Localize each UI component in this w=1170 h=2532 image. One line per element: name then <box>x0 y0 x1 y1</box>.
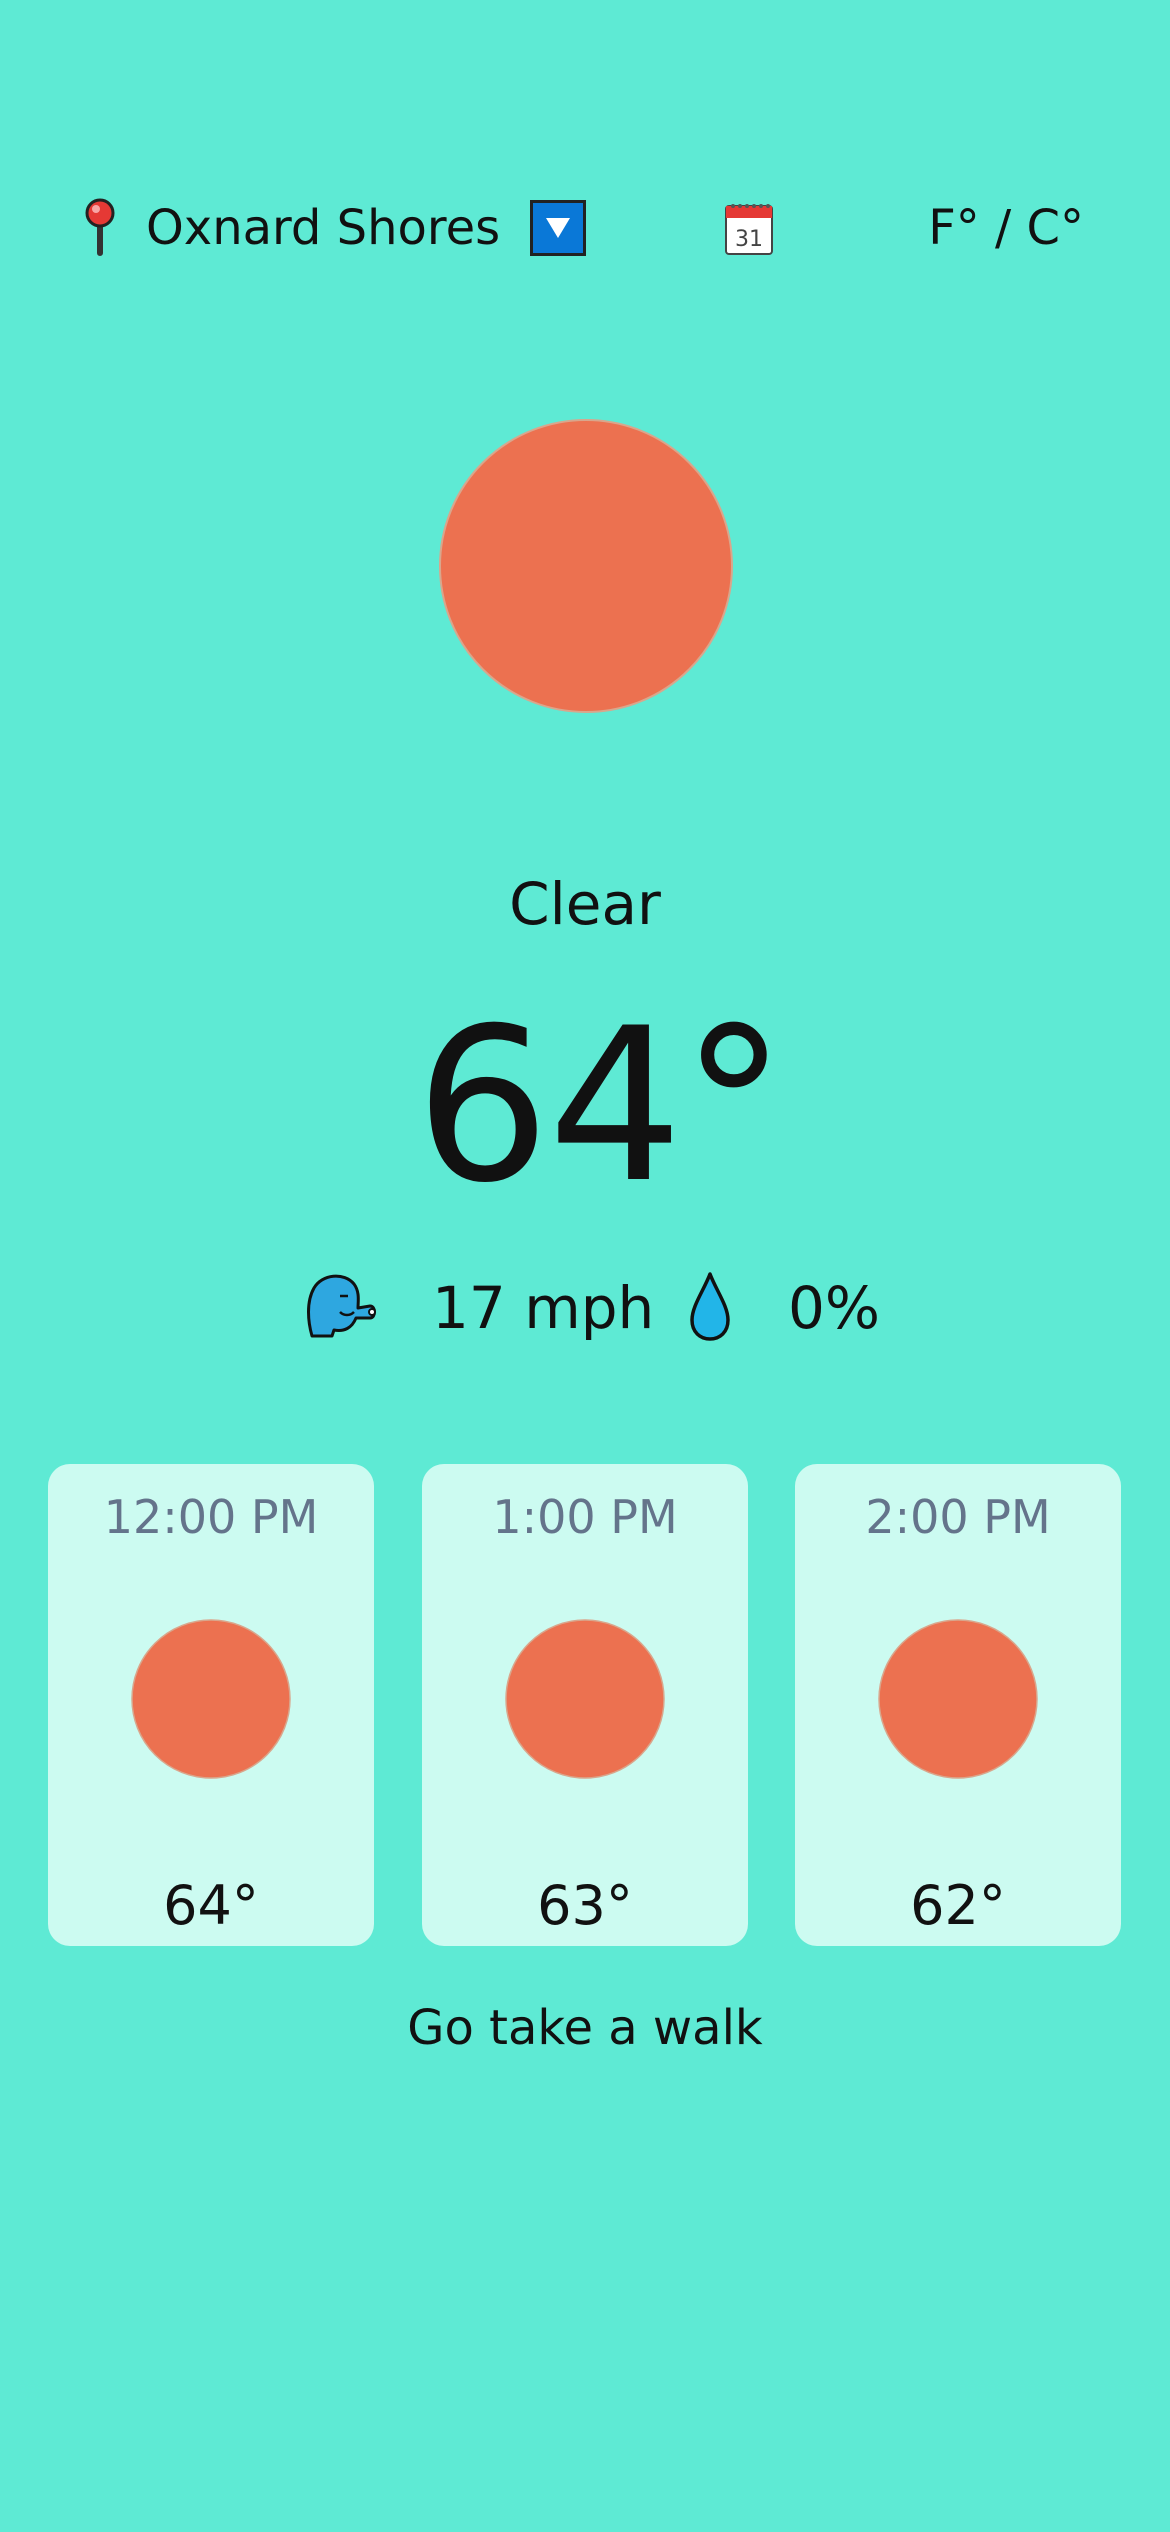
calendar-icon[interactable]: 31 <box>724 200 774 256</box>
location-name: Oxnard Shores <box>146 200 501 256</box>
pin-icon <box>85 198 115 256</box>
location-selector[interactable]: Oxnard Shores <box>82 198 587 258</box>
weather-condition: Clear <box>509 870 661 938</box>
hourly-temperature: 63° <box>537 1874 633 1937</box>
wind-speed: 17 mph <box>432 1274 655 1342</box>
hourly-card[interactable]: 1:00 PM 63° <box>422 1464 748 1946</box>
unit-toggle[interactable]: F° / C° <box>928 200 1084 256</box>
hourly-temperature: 62° <box>910 1874 1006 1937</box>
wind-face-icon <box>307 1274 376 1338</box>
dropdown-arrow-icon[interactable] <box>530 200 587 256</box>
precipitation-chance: 0% <box>788 1274 881 1342</box>
weather-stats: 17 mph 0% <box>0 1262 1170 1352</box>
sun-icon <box>505 1619 665 1779</box>
sun-icon <box>878 1619 1038 1779</box>
activity-suggestion: Go take a walk <box>407 2000 763 2056</box>
hourly-time: 12:00 PM <box>103 1490 319 1544</box>
top-bar: Oxnard Shores 31 F° / C° <box>0 190 1170 270</box>
droplet-icon <box>690 1272 730 1341</box>
hourly-time: 2:00 PM <box>865 1490 1051 1544</box>
current-temperature: 64° <box>415 982 787 1229</box>
hourly-time: 1:00 PM <box>492 1490 678 1544</box>
hourly-temperature: 64° <box>163 1874 259 1937</box>
sun-icon <box>439 419 733 713</box>
sun-icon <box>131 1619 291 1779</box>
calendar-day: 31 <box>735 227 763 252</box>
hourly-card[interactable]: 12:00 PM 64° <box>48 1464 374 1946</box>
hourly-card[interactable]: 2:00 PM 62° <box>795 1464 1121 1946</box>
